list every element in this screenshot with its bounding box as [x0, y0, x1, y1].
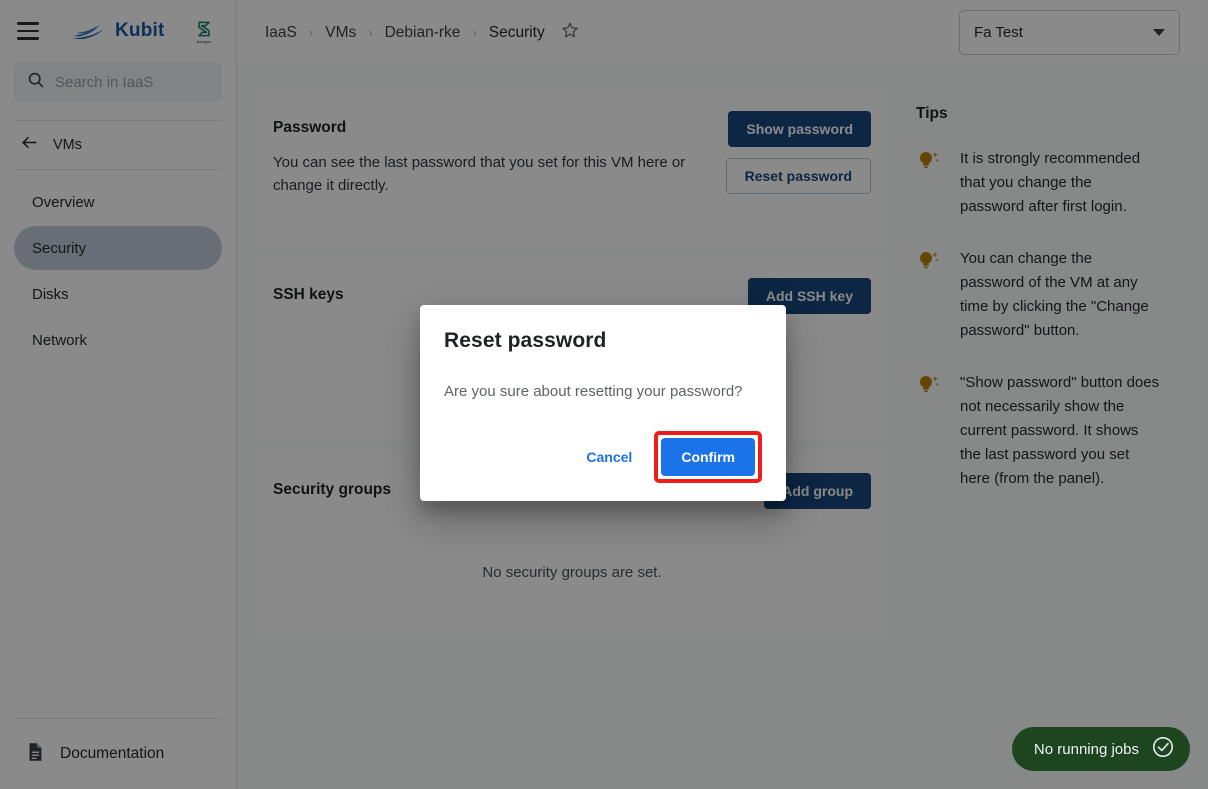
running-jobs-label: No running jobs: [1033, 740, 1139, 758]
app-root: Kubit Nanjgen Search in IaaS VMs Overvie…: [0, 0, 1208, 789]
reset-password-dialog: Reset password Are you sure about resett…: [420, 305, 786, 501]
cancel-button[interactable]: Cancel: [570, 439, 648, 475]
dialog-message: Are you sure about resetting your passwo…: [444, 383, 743, 400]
dialog-actions: Cancel Confirm: [444, 431, 762, 493]
check-circle-icon: [1151, 735, 1175, 764]
dialog-title: Reset password: [444, 329, 607, 352]
confirm-button[interactable]: Confirm: [661, 438, 755, 476]
running-jobs-status[interactable]: No running jobs: [1011, 727, 1190, 771]
confirm-button-highlight: Confirm: [654, 431, 762, 483]
